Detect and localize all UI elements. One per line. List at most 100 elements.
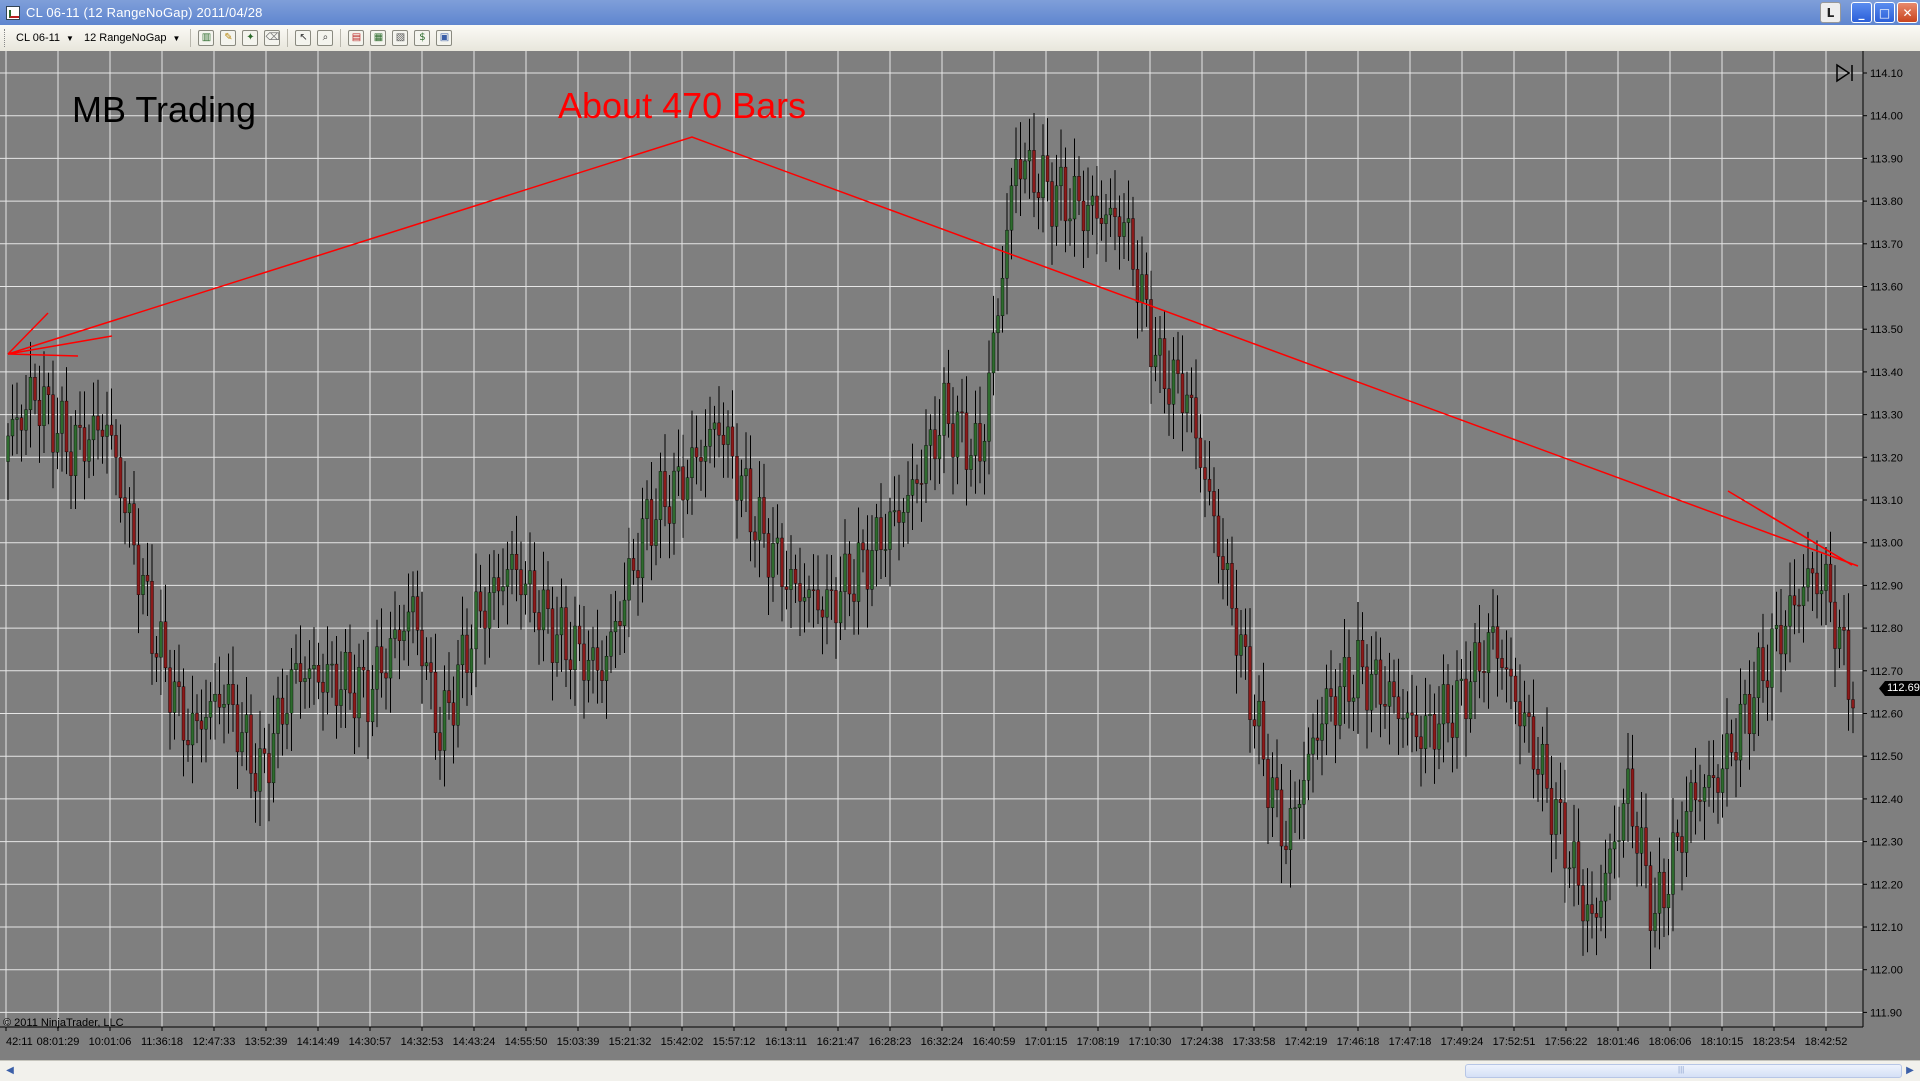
candle-body-up: [1158, 338, 1162, 356]
candle-body-up: [1027, 150, 1032, 162]
candle-body-down: [1504, 667, 1509, 670]
candle-body-up: [1585, 904, 1590, 922]
indicators-icon[interactable]: ▦: [370, 30, 387, 46]
candle-body-down: [717, 422, 721, 436]
snapshot-icon[interactable]: $: [414, 30, 431, 46]
candle-body-down: [1833, 601, 1837, 649]
candle-body-down: [1396, 696, 1401, 719]
instrument-selector[interactable]: CL 06-11 ▼: [12, 28, 80, 48]
bar-type-icon[interactable]: ▥: [198, 30, 215, 46]
scroll-right-icon[interactable]: ▶: [1902, 1063, 1918, 1079]
scroll-to-end-icon[interactable]: [1834, 63, 1856, 83]
window-titlebar[interactable]: CL 06-11 (12 RangeNoGap) 2011/04/28 L _ …: [0, 0, 1920, 25]
zoom-icon[interactable]: ⌕: [317, 30, 334, 46]
candle-body-down: [1581, 885, 1585, 922]
candle-body-down: [1018, 159, 1023, 180]
candle-body-down: [1081, 200, 1086, 232]
candle-body-up: [1009, 185, 1014, 231]
candle-body-up: [1302, 780, 1306, 805]
candle-body-down: [1500, 658, 1504, 668]
candle-body-up: [1428, 714, 1432, 717]
annotation-line-right: [1727, 490, 1853, 566]
draw-object-icon[interactable]: ✦: [242, 30, 259, 46]
candle-body-up: [370, 689, 375, 723]
candle-body-down: [631, 558, 636, 571]
candle-body-up: [442, 690, 447, 751]
candle-body-up: [1405, 712, 1410, 719]
candle-body-down: [933, 429, 937, 460]
scrollbar-thumb[interactable]: [1465, 1064, 1902, 1078]
candle-body-up: [276, 697, 280, 734]
interval-selector[interactable]: 12 RangeNoGap ▼: [80, 28, 186, 48]
x-tick-label: 08:01:29: [37, 1036, 80, 1048]
candle-body-down: [1594, 913, 1599, 918]
candle-body-down: [694, 447, 699, 458]
maximize-button[interactable]: □: [1874, 2, 1895, 23]
properties-icon[interactable]: ▣: [436, 30, 453, 46]
candle-body-down: [960, 411, 964, 414]
candle-body-up: [807, 589, 811, 598]
candle-body-up: [573, 625, 577, 671]
candle-body-up: [141, 575, 145, 595]
x-tick-label: 17:46:18: [1337, 1036, 1380, 1048]
data-series-icon[interactable]: ▤: [348, 30, 365, 46]
candle-body-up: [1756, 647, 1761, 698]
candle-body-down: [1716, 777, 1720, 793]
x-tick-label: 17:56:22: [1545, 1036, 1588, 1048]
candle-body-up: [1459, 678, 1464, 681]
scroll-left-icon[interactable]: ◀: [2, 1063, 18, 1079]
strategies-icon[interactable]: ▧: [392, 30, 409, 46]
link-lock-button[interactable]: L: [1820, 2, 1841, 23]
candle-body-up: [1068, 218, 1072, 222]
candle-body-down: [1216, 515, 1221, 557]
candle-body-down: [1032, 150, 1036, 193]
y-tick-label: 114.00: [1870, 111, 1903, 123]
candle-body-down: [267, 753, 271, 784]
close-button[interactable]: ✕: [1897, 2, 1918, 23]
cursor-icon[interactable]: ↖: [295, 30, 312, 46]
candle-body-down: [447, 690, 451, 703]
chart-panel[interactable]: 114.10 114.00 113.90 113.80 113.70 113.60 113.…: [0, 51, 1920, 1060]
candle-body-up: [1401, 717, 1405, 720]
candle-body-up: [1423, 715, 1428, 749]
x-tick-label: 14:32:53: [401, 1036, 444, 1048]
candle-body-up: [172, 681, 177, 713]
candle-body-up: [1086, 205, 1090, 232]
candle-body-up: [1185, 394, 1189, 413]
candle-body-up: [1486, 632, 1491, 674]
candle-body-up: [1738, 703, 1743, 761]
candle-body-up: [708, 428, 712, 447]
candle-body-down: [1536, 768, 1540, 775]
x-tick-label: 42:11: [6, 1036, 33, 1048]
candle-body-down: [186, 740, 190, 746]
candle-body-up: [1387, 681, 1392, 707]
candle-body-up: [1837, 626, 1842, 649]
y-tick-label: 112.90: [1870, 580, 1903, 592]
toolbar-grip[interactable]: [4, 29, 8, 47]
last-price-marker: 112.69: [1879, 681, 1920, 696]
copyright-notice: © 2011 NinjaTrader, LLC: [3, 1017, 124, 1029]
y-tick-label: 113.20: [1870, 452, 1903, 464]
candle-body-down: [420, 630, 424, 667]
candle-body-down: [1234, 608, 1239, 656]
candle-body-down: [1333, 696, 1338, 726]
candle-body-up: [1752, 697, 1756, 735]
candle-body-up: [1441, 684, 1446, 725]
candle-body-up: [375, 646, 379, 690]
candle-body-up: [1225, 563, 1230, 570]
candle-body-down: [136, 544, 141, 595]
candle-body-up: [640, 518, 645, 579]
candle-body-up: [955, 411, 960, 458]
annotation-text[interactable]: About 470 Bars: [558, 85, 806, 127]
candle-body-down: [33, 377, 37, 401]
eraser-icon[interactable]: ⌫: [264, 30, 281, 46]
horizontal-scrollbar[interactable]: ◀ ▶: [0, 1060, 1920, 1081]
candle-body-down: [199, 720, 204, 730]
broker-label: MB Trading: [72, 89, 257, 130]
candle-body-up: [1437, 723, 1441, 750]
x-tick-label: 11:36:18: [141, 1036, 183, 1048]
drawing-pencil-icon[interactable]: ✎: [220, 30, 237, 46]
minimize-button[interactable]: _: [1851, 2, 1872, 23]
candle-body-up: [492, 577, 496, 593]
price-chart[interactable]: 114.10 114.00 113.90 113.80 113.70 113.60 113.…: [0, 51, 1920, 1060]
